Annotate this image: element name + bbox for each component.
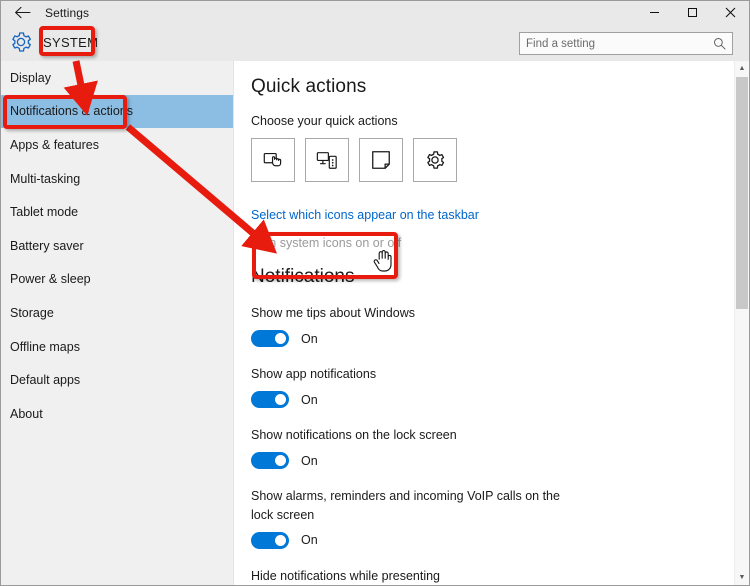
sidebar-item-battery-saver[interactable]: Battery saver bbox=[1, 229, 233, 263]
sidebar-item-default-apps[interactable]: Default apps bbox=[1, 363, 233, 397]
quick-actions-subheading: Choose your quick actions bbox=[251, 114, 398, 128]
sidebar-item-display[interactable]: Display bbox=[1, 61, 233, 95]
back-arrow-icon bbox=[14, 6, 31, 19]
sidebar-item-tablet-mode[interactable]: Tablet mode bbox=[1, 195, 233, 229]
window-title: Settings bbox=[45, 5, 90, 20]
settings-window: Settings SYSTEM Find a setting Display N… bbox=[0, 0, 750, 586]
sidebar-nav: Display Notifications & actions Apps & fea… bbox=[1, 61, 234, 585]
quick-action-tablet-mode[interactable] bbox=[251, 138, 295, 182]
sidebar-item-power-sleep[interactable]: Power & sleep bbox=[1, 263, 233, 297]
minimize-button[interactable] bbox=[635, 1, 673, 24]
quick-action-note[interactable] bbox=[359, 138, 403, 182]
title-bar: Settings bbox=[1, 1, 749, 24]
link-turn-system-icons[interactable]: Turn system icons on or off bbox=[251, 236, 749, 250]
setting-label: Show me tips about Windows bbox=[251, 306, 415, 320]
maximize-icon bbox=[687, 8, 697, 17]
quick-action-connect[interactable] bbox=[305, 138, 349, 182]
maximize-button[interactable] bbox=[673, 1, 711, 24]
sidebar-item-label: Power & sleep bbox=[10, 272, 91, 287]
sidebar-item-offline-maps[interactable]: Offline maps bbox=[1, 330, 233, 364]
connect-project-icon bbox=[316, 152, 337, 169]
toggle-row: On bbox=[251, 391, 571, 409]
notification-setting: Hide notifications while presentingOff bbox=[251, 567, 571, 585]
search-box[interactable] bbox=[519, 32, 733, 55]
sidebar-item-label: About bbox=[10, 406, 43, 421]
setting-label: Hide notifications while presenting bbox=[251, 568, 440, 583]
sidebar-item-storage[interactable]: Storage bbox=[1, 296, 233, 330]
notification-setting: Show notifications on the lock screen On bbox=[251, 426, 571, 470]
content-scrollbar[interactable]: ▲ ▼ bbox=[734, 61, 749, 585]
toggle-knob bbox=[275, 394, 286, 406]
toggle-switch[interactable] bbox=[251, 330, 289, 348]
sidebar-item-label: Battery saver bbox=[10, 238, 84, 253]
sidebar-item-label: Display bbox=[10, 70, 51, 85]
toggle-row: On bbox=[251, 330, 571, 348]
sidebar-item-label: Tablet mode bbox=[10, 205, 79, 220]
tablet-mode-tap-icon bbox=[263, 152, 282, 167]
scrollbar-thumb[interactable] bbox=[736, 77, 748, 309]
quick-action-settings[interactable] bbox=[413, 138, 457, 182]
window-controls bbox=[635, 1, 749, 24]
setting-label: Show alarms, reminders and incoming VoIP… bbox=[251, 489, 560, 522]
toggle-state-label: On bbox=[301, 331, 318, 346]
toggle-switch[interactable] bbox=[251, 531, 289, 549]
scrollbar-down-arrow[interactable]: ▼ bbox=[735, 570, 749, 585]
quick-actions-heading: Quick actions bbox=[251, 76, 367, 97]
back-button[interactable] bbox=[1, 1, 43, 24]
setting-label: Show notifications on the lock screen bbox=[251, 428, 457, 443]
sidebar-item-notifications-actions[interactable]: Notifications & actions bbox=[1, 94, 233, 129]
scrollbar-up-arrow[interactable]: ▲ bbox=[735, 61, 749, 76]
link-select-taskbar-icons[interactable]: Select which icons appear on the taskbar bbox=[251, 208, 749, 222]
setting-label: Show app notifications bbox=[251, 367, 377, 382]
note-icon bbox=[372, 151, 390, 169]
toggle-switch[interactable] bbox=[251, 452, 289, 470]
sidebar-item-label: Storage bbox=[10, 305, 54, 320]
notification-setting: Show me tips about Windows On bbox=[251, 304, 571, 348]
sidebar-item-label: Notifications & actions bbox=[10, 104, 133, 119]
sidebar-item-label: Default apps bbox=[10, 373, 81, 388]
toggle-state-label: On bbox=[301, 453, 318, 468]
toggle-state-label: On bbox=[301, 533, 318, 548]
toggle-knob bbox=[275, 455, 286, 467]
notification-settings-list: Show me tips about Windows On Show app not… bbox=[251, 304, 749, 585]
close-icon bbox=[725, 7, 735, 18]
notification-setting: Show alarms, reminders and incoming VoIP… bbox=[251, 487, 571, 549]
notifications-heading: Notifications bbox=[251, 266, 355, 287]
sidebar-item-label: Apps & features bbox=[10, 137, 99, 152]
sidebar-item-label: Offline maps bbox=[10, 339, 80, 354]
toggle-knob bbox=[275, 333, 286, 345]
quick-action-tiles bbox=[251, 138, 749, 182]
sidebar-item-about[interactable]: About bbox=[1, 397, 233, 431]
sidebar-item-apps-features[interactable]: Apps & features bbox=[1, 128, 233, 162]
toggle-switch[interactable] bbox=[251, 391, 289, 409]
settings-header: SYSTEM bbox=[1, 24, 749, 61]
settings-gear-icon bbox=[427, 151, 445, 169]
sidebar-item-label: Multi-tasking bbox=[10, 171, 81, 186]
toggle-row: On bbox=[251, 452, 571, 470]
gear-icon bbox=[9, 30, 33, 54]
toggle-state-label: On bbox=[301, 392, 318, 407]
toggle-knob bbox=[275, 534, 286, 546]
minimize-icon bbox=[649, 12, 659, 13]
content-pane: Quick actions Choose your quick actions bbox=[235, 61, 749, 585]
search-icon bbox=[714, 38, 726, 50]
notification-setting: Show app notifications On bbox=[251, 365, 571, 409]
sidebar-item-multi-tasking[interactable]: Multi-tasking bbox=[1, 162, 233, 196]
toggle-row: On bbox=[251, 531, 571, 549]
search-input[interactable] bbox=[526, 37, 713, 50]
category-title: SYSTEM bbox=[43, 35, 99, 50]
close-button[interactable] bbox=[711, 1, 749, 24]
